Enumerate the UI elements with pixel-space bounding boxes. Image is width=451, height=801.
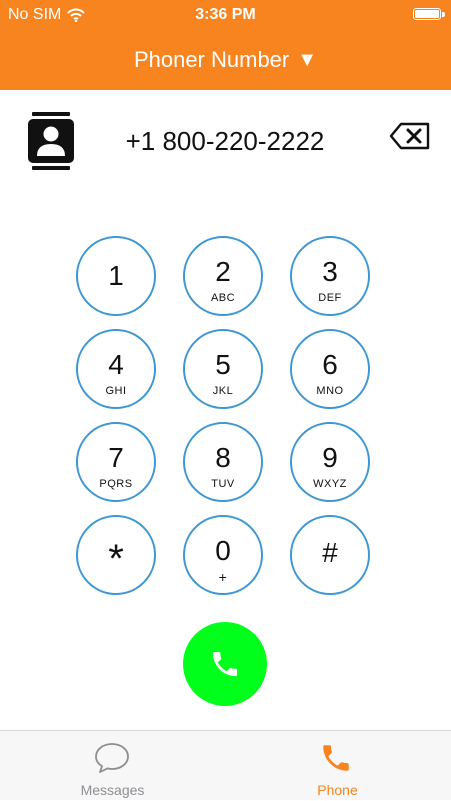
key-digit: 3 [322,256,338,287]
page-title: Phoner Number [133,47,290,72]
key-digit: 8 [215,442,231,473]
key-letters: GHI [105,385,127,397]
key-digit: 1 [108,260,124,291]
key-letters: DEF [318,292,342,304]
key-letters: PQRS [99,478,133,490]
tab-label: Messages [80,782,145,798]
key-digit: # [322,537,338,568]
key-letters: MNO [316,385,344,397]
speech-bubble-icon [95,743,129,773]
number-selector-dropdown[interactable]: Phoner Number ▼ [0,42,451,78]
tab-label: Phone [317,782,358,798]
key-6[interactable]: 6 MNO [290,329,370,409]
status-bar: No SIM 3:36 PM [0,0,451,30]
key-star[interactable]: * [76,515,156,595]
status-time: 3:36 PM [195,6,256,23]
number-entry-row: +1 800-220-2222 [0,108,451,178]
key-5[interactable]: 5 JKL [183,329,263,409]
key-letters: + [218,569,228,585]
phone-handset-icon [323,745,349,771]
key-1[interactable]: 1 [76,236,156,316]
key-digit: 4 [108,349,124,380]
key-8[interactable]: 8 TUV [183,422,263,502]
key-digit: 2 [215,256,231,287]
key-9[interactable]: 9 WXYZ [290,422,370,502]
dropdown-arrow-icon: ▼ [297,48,318,71]
key-hash[interactable]: # [290,515,370,595]
key-letters: WXYZ [313,478,347,490]
key-digit: * [108,537,124,581]
tab-bar: Messages Phone [0,730,451,800]
call-button[interactable] [183,622,267,706]
key-3[interactable]: 3 DEF [290,236,370,316]
battery-tip [442,12,445,17]
app-header: No SIM 3:36 PM Phoner Number ▼ [0,0,451,90]
key-letters: TUV [211,478,235,490]
key-digit: 7 [108,442,124,473]
tab-messages[interactable]: Messages [0,731,225,801]
key-letters: JKL [212,385,234,397]
key-4[interactable]: 4 GHI [76,329,156,409]
key-digit: 6 [322,349,338,380]
key-digit: 0 [215,535,231,566]
phone-handset-icon [213,652,237,676]
key-digit: 9 [322,442,338,473]
contact-card-icon[interactable] [26,112,76,170]
key-0[interactable]: 0 + [183,515,263,595]
key-2[interactable]: 2 ABC [183,236,263,316]
key-letters: ABC [210,292,236,304]
backspace-icon[interactable] [389,122,431,150]
phone-number-display: +1 800-220-2222 [125,126,325,156]
key-7[interactable]: 7 PQRS [76,422,156,502]
tab-phone[interactable]: Phone [225,731,450,801]
battery-icon [413,8,441,20]
key-digit: 5 [215,349,231,380]
